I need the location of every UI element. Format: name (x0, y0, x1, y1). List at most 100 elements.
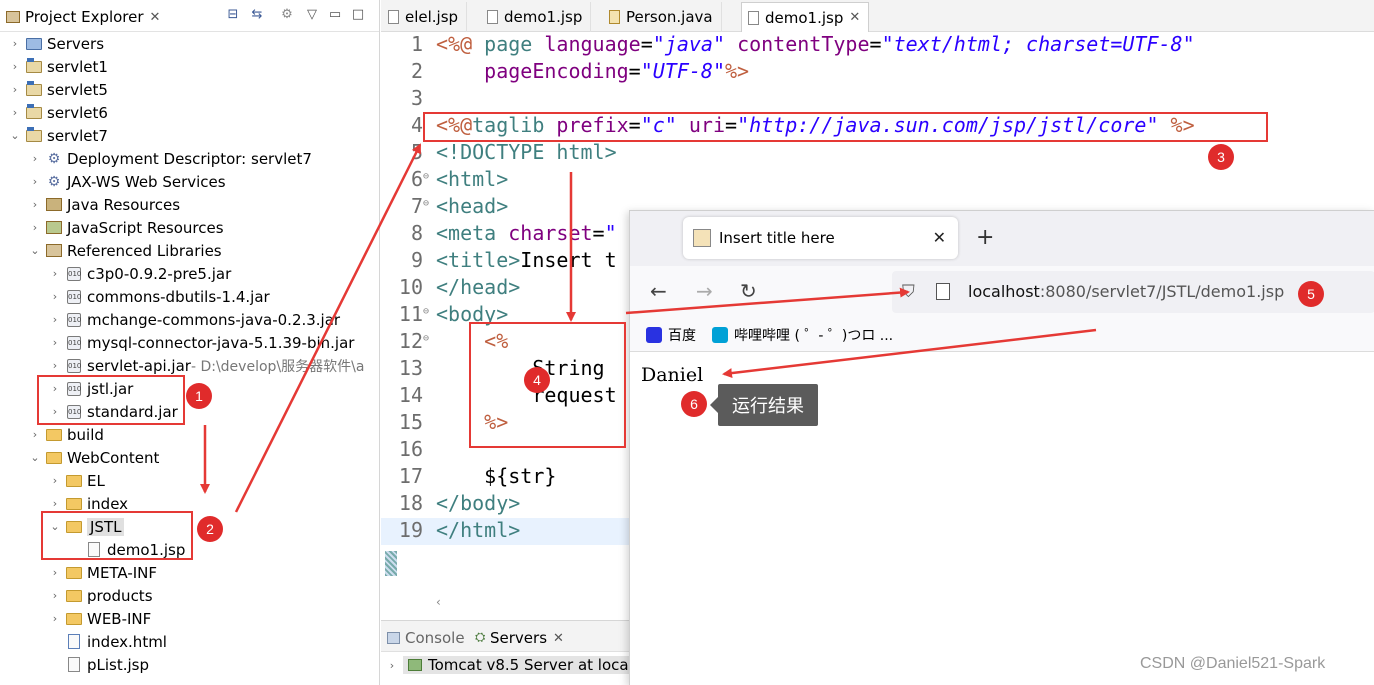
chevron-right-icon[interactable]: › (48, 497, 62, 510)
chevron-right-icon[interactable]: › (48, 313, 62, 326)
tree-item[interactable]: › JavaScript Resources (0, 216, 224, 239)
fold-toggle-icon[interactable]: ⊖ (423, 333, 429, 344)
tree-item-label: WebContent (67, 448, 160, 467)
folder-icon (46, 451, 62, 465)
tree-item[interactable]: › Servers (0, 32, 104, 55)
browser-window: Insert title here ✕ + ← → ↻ ⛉ localhost:… (629, 210, 1374, 685)
chevron-right-icon[interactable]: › (28, 152, 42, 165)
browser-tab[interactable]: Insert title here ✕ (683, 217, 958, 259)
chevron-right-icon[interactable]: › (48, 612, 62, 625)
tab-console[interactable]: Console (387, 625, 465, 651)
close-icon[interactable]: ✕ (150, 10, 161, 25)
code-line[interactable]: 6 ⊖ <html> (381, 167, 1374, 194)
chevron-right-icon[interactable]: › (48, 267, 62, 280)
line-number: 4 (410, 113, 423, 137)
code-token: %> (725, 59, 750, 83)
tree-item[interactable]: ⌄ servlet7 (0, 124, 108, 147)
bookmark-label: 哔哩哔哩 ( ゜- ゜)つロ ... (734, 327, 894, 344)
chevron-down-icon[interactable]: ⌄ (8, 129, 22, 142)
tree-item[interactable]: › 010 mysql-connector-java-5.1.39-bin.jar (0, 331, 355, 354)
code-line[interactable]: 3 (381, 86, 1374, 113)
bookmark-item[interactable]: 百度 (646, 325, 696, 345)
chevron-right-icon[interactable]: › (48, 336, 62, 349)
chevron-right-icon[interactable]: › (48, 290, 62, 303)
tree-item[interactable]: › 010 mchange-commons-java-0.2.3.jar (0, 308, 340, 331)
tree-item[interactable]: ⌄ Referenced Libraries (0, 239, 221, 262)
tree-item[interactable]: › META-INF (0, 561, 157, 584)
back-icon[interactable]: ← (650, 279, 667, 303)
tree-item[interactable]: › WEB-INF (0, 607, 152, 630)
shield-icon[interactable]: ⛉ (902, 282, 915, 302)
page-info-icon[interactable] (936, 283, 950, 300)
code-token: = (592, 221, 605, 245)
url-text[interactable]: localhost:8080/servlet7/JSTL/demo1.jsp (968, 282, 1284, 301)
chevron-right-icon[interactable]: › (28, 175, 42, 188)
chevron-right-icon[interactable]: › (8, 106, 22, 119)
tree-item[interactable]: › 010 c3p0-0.9.2-pre5.jar (0, 262, 231, 285)
editor-tab[interactable]: demo1.jsp (481, 2, 592, 32)
fold-toggle-icon[interactable]: ⊖ (423, 198, 429, 209)
chevron-right-icon[interactable]: › (8, 83, 22, 96)
chevron-right-icon[interactable]: › (8, 37, 22, 50)
chevron-right-icon[interactable]: › (28, 428, 42, 441)
tree-item[interactable]: › EL (0, 469, 105, 492)
tree-item[interactable]: pList.jsp (0, 653, 149, 676)
tree-item[interactable]: › servlet6 (0, 101, 108, 124)
tree-item[interactable]: › ⚙ JAX-WS Web Services (0, 170, 226, 193)
filter-icon[interactable]: ⚙ (278, 6, 296, 24)
reload-icon[interactable]: ↻ (740, 279, 757, 303)
tree-item[interactable]: index.html (0, 630, 167, 653)
fold-toggle-icon[interactable]: ⊖ (423, 306, 429, 317)
tree-item[interactable]: › ⚙ Deployment Descriptor: servlet7 (0, 147, 312, 170)
new-tab-icon[interactable]: + (976, 225, 994, 250)
minimize-icon[interactable]: ▭ (326, 6, 344, 24)
tree-item[interactable]: › build (0, 423, 104, 446)
tree-item[interactable]: › servlet1 (0, 55, 108, 78)
tree-item[interactable]: › products (0, 584, 153, 607)
forward-icon[interactable]: → (696, 279, 713, 303)
tree-item[interactable]: ⌄ WebContent (0, 446, 159, 469)
tree-item[interactable]: › Java Resources (0, 193, 180, 216)
tab-project-explorer[interactable]: Project Explorer ✕ (0, 3, 168, 31)
tree-item[interactable]: › 010 commons-dbutils-1.4.jar (0, 285, 270, 308)
browser-tab-title: Insert title here (719, 229, 835, 247)
tree-item-label: Deployment Descriptor: servlet7 (67, 149, 312, 168)
chevron-down-icon[interactable]: ⌄ (28, 451, 42, 464)
link-with-editor-icon[interactable]: ⇆ (248, 6, 266, 24)
tree-item-label: EL (87, 471, 105, 490)
close-icon[interactable]: ✕ (933, 228, 946, 247)
servers-tab-label: Servers (490, 629, 548, 647)
console-icon (387, 632, 400, 644)
chevron-right-icon[interactable]: › (48, 474, 62, 487)
chevron-right-icon[interactable]: › (48, 566, 62, 579)
tree-item[interactable]: › 010 servlet-api.jar - D:\develop\服务器软件\a (0, 354, 365, 377)
tree-item-path-note: - D:\develop\服务器软件\a (190, 358, 365, 375)
tree-item-label: index (87, 494, 129, 513)
fold-toggle-icon[interactable]: ⊖ (423, 171, 429, 182)
annotation-box-jars (37, 375, 185, 425)
chevron-right-icon[interactable]: › (381, 659, 403, 672)
maximize-icon[interactable]: □ (349, 6, 367, 24)
code-line[interactable]: 1 <%@ page language="java" contentType="t… (381, 32, 1374, 59)
server-list-item[interactable]: › Tomcat v8.5 Server at localh (381, 653, 647, 677)
editor-tab[interactable]: Person.java (603, 2, 722, 32)
bookmark-item[interactable]: 哔哩哔哩 ( ゜- ゜)つロ ... (712, 325, 893, 345)
chevron-right-icon[interactable]: › (8, 60, 22, 73)
horizontal-scrollbar[interactable]: ‹ (436, 595, 636, 611)
editor-tab[interactable]: elel.jsp (382, 2, 468, 32)
collapse-all-icon[interactable]: ⊟ (224, 6, 242, 24)
close-icon[interactable]: ✕ (849, 10, 860, 25)
chevron-right-icon[interactable]: › (48, 359, 62, 372)
chevron-down-icon[interactable]: ⌄ (28, 244, 42, 257)
view-menu-icon[interactable]: ▽ (303, 6, 321, 24)
scroll-left-icon[interactable]: ‹ (436, 595, 441, 609)
close-icon[interactable]: ✕ (553, 631, 564, 646)
chevron-right-icon[interactable]: › (48, 589, 62, 602)
chevron-right-icon[interactable]: › (28, 198, 42, 211)
chevron-right-icon[interactable]: › (28, 221, 42, 234)
tab-servers[interactable]: ⛭ Servers ✕ (475, 625, 564, 651)
code-line[interactable]: 2 pageEncoding="UTF-8"%> (381, 59, 1374, 86)
baidu-icon (646, 326, 662, 343)
editor-tab[interactable]: demo1.jsp ✕ (741, 2, 870, 32)
tree-item[interactable]: › servlet5 (0, 78, 108, 101)
